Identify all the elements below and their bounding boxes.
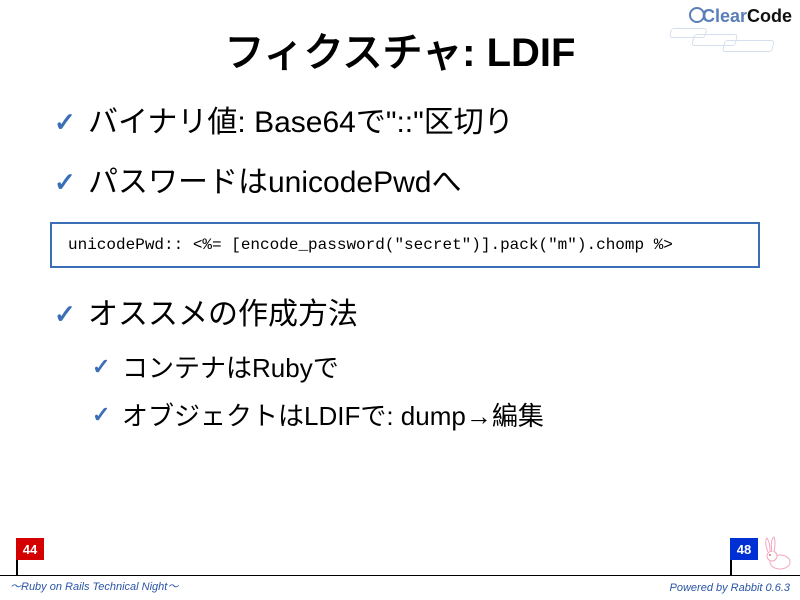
footer-left-text: ～Ruby on Rails Technical Night～: [10, 578, 178, 594]
bullet-item-1: バイナリ値: Base64で"::"区切り: [50, 102, 760, 144]
clearcode-logo: ClearCode: [689, 6, 792, 27]
sub-list: コンテナはRubyで オブジェクトはLDIFで: dump→編集: [88, 350, 760, 435]
total-page-flag: 48: [730, 538, 760, 572]
bullet-item-3: オススメの作成方法 コンテナはRubyで オブジェクトはLDIFで: dump→…: [50, 294, 760, 435]
footer-right-text: Powered by Rabbit 0.6.3: [670, 582, 790, 594]
flag-pole-icon: [16, 560, 18, 576]
bullet-list-2: オススメの作成方法 コンテナはRubyで オブジェクトはLDIFで: dump→…: [50, 294, 760, 435]
flag-pole-icon: [730, 560, 732, 576]
logo-trail-icon: [663, 28, 799, 58]
current-page-number: 44: [16, 538, 44, 560]
sub-text: オブジェクトはLDIFで: dump→編集: [122, 401, 544, 431]
bullet-item-2: パスワードはunicodePwdへ: [50, 162, 760, 204]
sub-item-2: オブジェクトはLDIFで: dump→編集: [88, 398, 760, 434]
sub-text: コンテナはRubyで: [122, 353, 339, 383]
bullet-list: バイナリ値: Base64で"::"区切り パスワードはunicodePwdへ: [50, 102, 760, 204]
footer-divider: [0, 575, 800, 576]
slide-content: バイナリ値: Base64で"::"区切り パスワードはunicodePwdへ …: [40, 102, 760, 435]
logo-part1: Clear: [702, 6, 747, 26]
sub-item-1: コンテナはRubyで: [88, 350, 760, 386]
current-page-flag: 44: [16, 538, 46, 572]
total-page-number: 48: [730, 538, 758, 560]
code-block: unicodePwd:: <%= [encode_password("secre…: [50, 222, 760, 268]
rabbit-icon: [758, 532, 798, 572]
slide: ClearCode フィクスチャ: LDIF バイナリ値: Base64で"::…: [0, 0, 800, 600]
bullet-text: バイナリ値: Base64で"::"区切り: [88, 106, 514, 139]
bullet-text: パスワードはunicodePwdへ: [88, 166, 461, 199]
logo-part2: Code: [747, 6, 792, 26]
bullet-text: オススメの作成方法: [88, 298, 358, 331]
slide-title: フィクスチャ: LDIF: [40, 20, 760, 78]
